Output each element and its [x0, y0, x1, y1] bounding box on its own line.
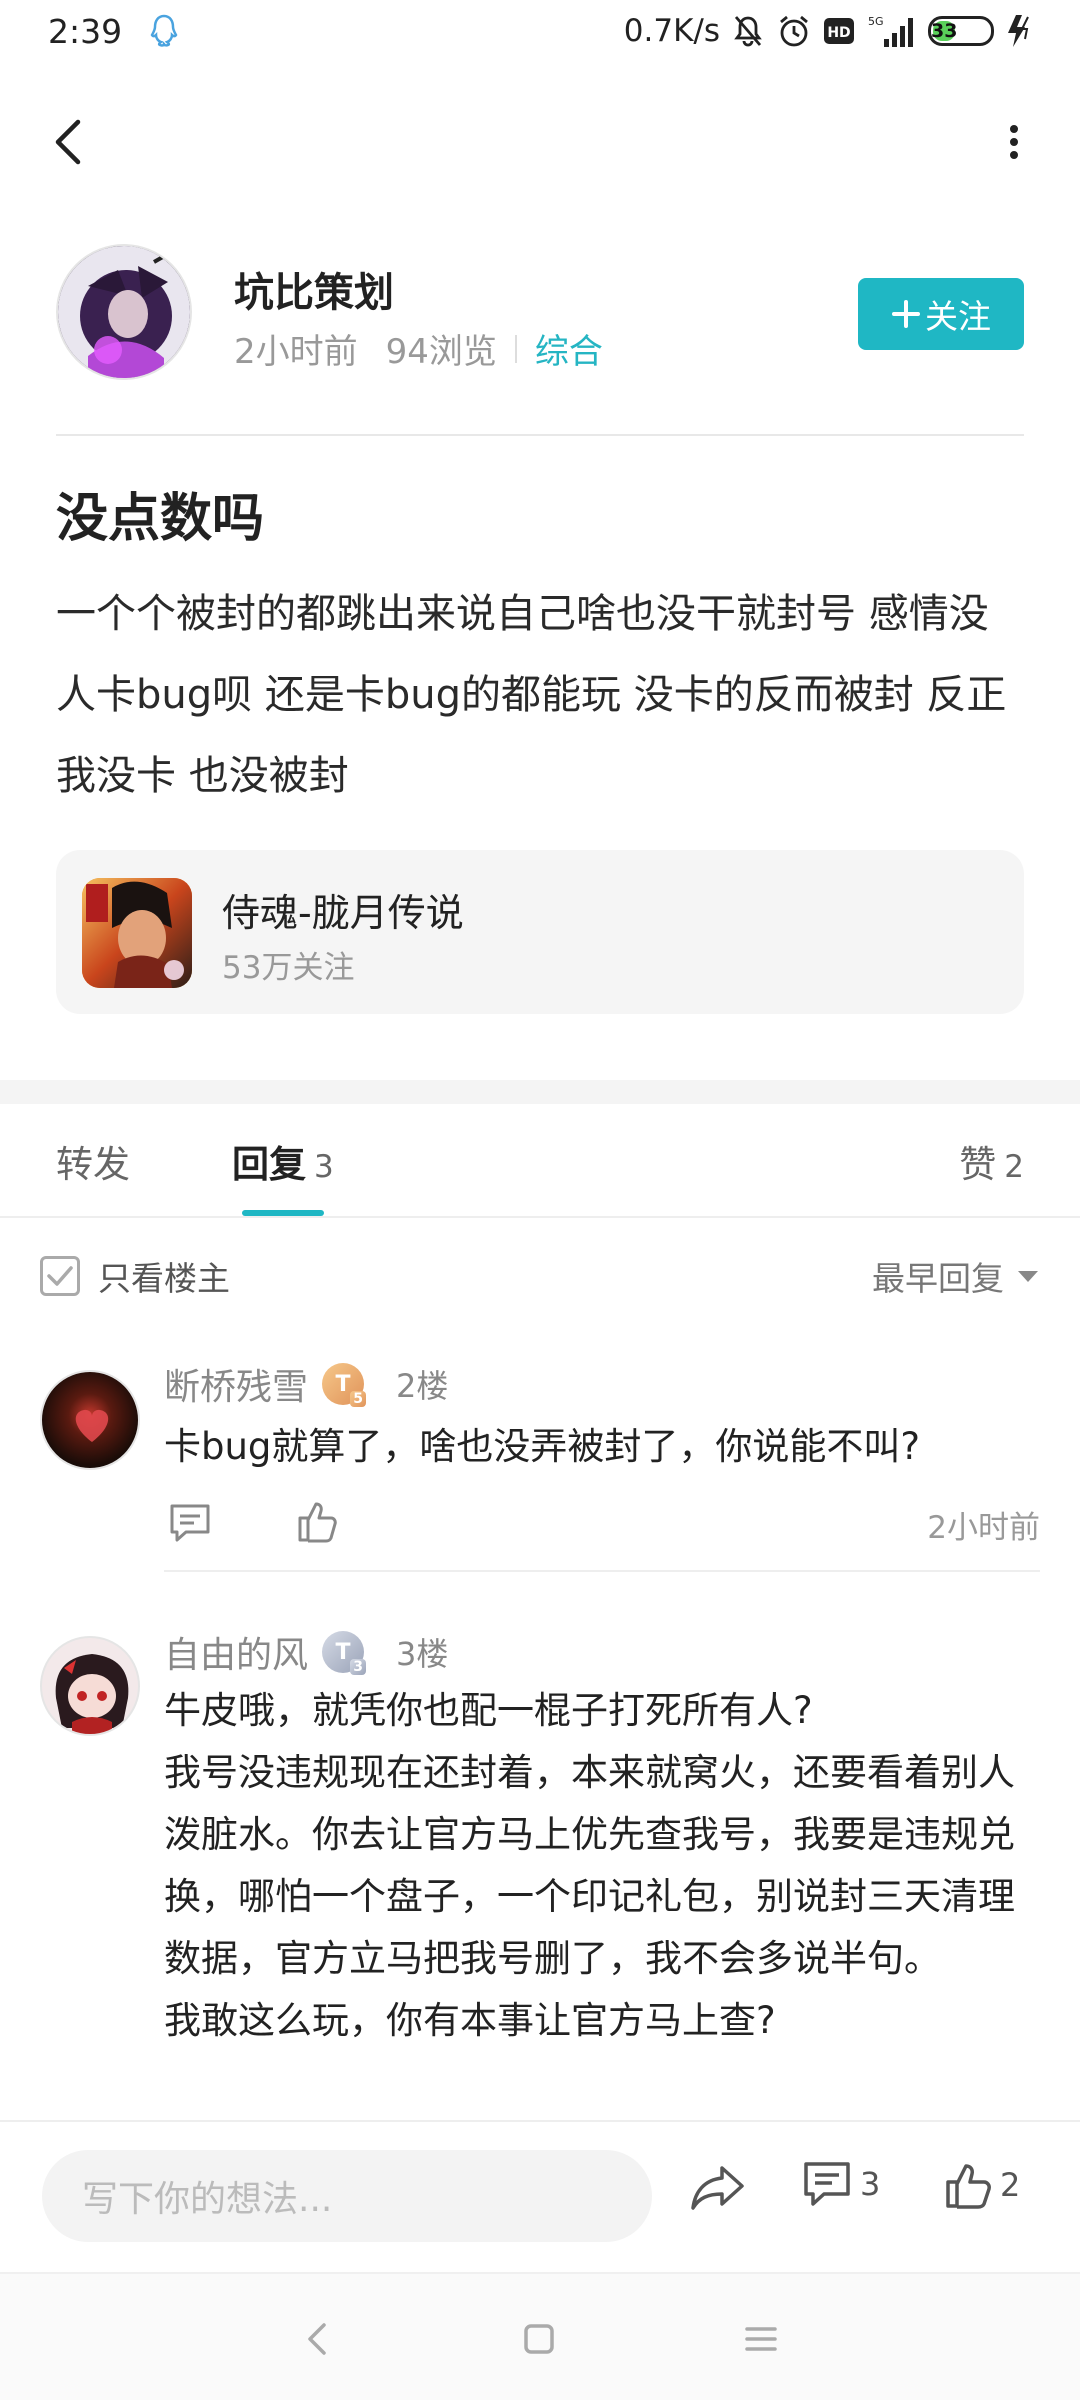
floor-number: 3楼	[396, 1635, 449, 1673]
like-button[interactable]: 2	[944, 2160, 1020, 2210]
header	[0, 100, 1080, 184]
view-count: 94浏览	[385, 332, 497, 372]
level-badge-icon: T 5	[322, 1363, 367, 1407]
filter-row: 只看楼主 最早回复	[0, 1218, 1080, 1330]
nav-menu-icon	[745, 2327, 777, 2351]
more-button[interactable]	[986, 114, 1042, 170]
tab-reply-count: 3	[314, 1149, 334, 1185]
alarm-icon	[776, 13, 812, 49]
thumbs-up-icon	[946, 2164, 991, 2209]
divider	[56, 434, 1024, 436]
share-button[interactable]	[690, 2162, 750, 2222]
only-op-toggle[interactable]: 只看楼主	[40, 1252, 230, 1300]
floor-number: 2楼	[396, 1367, 449, 1405]
comment-header: 自由的风 T 3 3楼	[164, 1626, 448, 1678]
hd-icon: HD	[822, 16, 856, 46]
comment-time: 2小时前	[927, 1510, 1040, 1546]
tab-reply[interactable]: 回复 3	[232, 1134, 334, 1188]
plus-icon	[892, 300, 920, 328]
system-nav-bar	[0, 2272, 1080, 2400]
network-speed: 0.7K/s	[623, 13, 720, 49]
sort-dropdown[interactable]: 最早回复	[872, 1252, 1038, 1300]
status-time: 2:39	[48, 11, 123, 51]
tab-forward[interactable]: 转发	[56, 1134, 130, 1188]
like-count: 2	[1000, 2166, 1021, 2204]
mute-icon	[730, 13, 766, 49]
comment-text: 牛皮哦，就凭你也配一棍子打死所有人? 我号没违规现在还封着，本来就窝火，还要看着…	[164, 1680, 1044, 2052]
reply-icon[interactable]	[168, 1502, 212, 1548]
nav-home-button[interactable]	[514, 2314, 564, 2364]
tab-like-count: 2	[1004, 1149, 1024, 1185]
game-icon	[82, 878, 192, 988]
follow-label: 关注	[925, 297, 991, 336]
status-left: 2:39	[48, 12, 180, 51]
back-button[interactable]	[40, 114, 96, 170]
signal-icon: 5G	[866, 13, 918, 49]
comment-divider	[164, 1570, 1040, 1572]
nav-menu-button[interactable]	[736, 2314, 786, 2364]
bottom-action-bar: 写下你的想法... 3 2	[0, 2120, 1080, 2270]
battery-icon: 33	[928, 16, 994, 46]
tab-like-label: 赞	[959, 1143, 997, 1186]
post-time: 2小时前	[234, 332, 358, 372]
comment-actions: 2小时前	[164, 1494, 1040, 1554]
game-name: 侍魂-胧月传说	[222, 891, 464, 935]
author-name[interactable]: 坑比策划	[234, 260, 394, 318]
meta-separator	[514, 334, 517, 363]
tab-like[interactable]: 赞2	[959, 1134, 1024, 1188]
status-right: 0.7K/s HD 5G 33	[624, 13, 1034, 49]
commenter-avatar[interactable]	[40, 1636, 140, 1736]
tab-reply-label: 回复	[232, 1143, 306, 1186]
battery-level: 33	[930, 20, 958, 42]
like-icon[interactable]	[296, 1498, 338, 1548]
only-op-label: 只看楼主	[98, 1259, 230, 1298]
svg-text:5G: 5G	[868, 15, 884, 28]
follow-button[interactable]: 关注	[858, 278, 1024, 350]
game-card[interactable]: 侍魂-胧月传说 53万关注	[56, 850, 1024, 1014]
comment-item: 自由的风 T 3 3楼 牛皮哦，就凭你也配一棍子打死所有人? 我号没违规现在还封…	[0, 1600, 1080, 2120]
section-gap	[0, 1080, 1080, 1104]
charging-icon	[1004, 13, 1034, 49]
comment-text: 卡bug就算了，啥也没弄被封了，你说能不叫?	[164, 1425, 921, 1468]
share-icon	[691, 2166, 744, 2210]
sort-label: 最早回复	[872, 1259, 1004, 1298]
comment-line: 我号没违规现在还封着，本来就窝火，还要看着别人泼脏水。你去让官方马上优先查我号，…	[164, 1751, 1015, 1980]
post-body: 一个个被封的都跳出来说自己啥也没干就封号 感情没人卡bug呗 还是卡bug的都能…	[56, 591, 1007, 799]
comment-count: 3	[860, 2165, 881, 2203]
checkbox-icon	[40, 1256, 80, 1296]
nav-back-icon	[308, 2323, 326, 2355]
tab-bar: 转发 回复 3 赞2	[0, 1104, 1080, 1218]
commenter-name[interactable]: 自由的风	[164, 1626, 308, 1678]
commenter-avatar[interactable]	[40, 1370, 140, 1470]
status-bar: 2:39 0.7K/s HD 5G 33	[0, 0, 1080, 62]
author-meta: 2小时前 94浏览 综合	[234, 324, 603, 373]
caret-down-icon	[1018, 1270, 1038, 1282]
tab-forward-label: 转发	[56, 1143, 130, 1186]
comment-item: 断桥残雪 T 5 2楼 卡bug就算了，啥也没弄被封了，你说能不叫? 2小时前	[0, 1330, 1080, 1580]
nav-back-button[interactable]	[292, 2314, 342, 2364]
nav-home-icon	[524, 2324, 554, 2354]
qq-notification-icon	[148, 13, 180, 49]
comment-line: 我敢这么玩，你有本事让官方马上查?	[164, 1999, 776, 2042]
comment-header: 断桥残雪 T 5 2楼	[164, 1358, 448, 1410]
commenter-name[interactable]: 断桥残雪	[164, 1358, 308, 1410]
more-vertical-icon	[1010, 125, 1018, 159]
comment-count-button[interactable]: 3	[802, 2160, 880, 2208]
comment-input[interactable]: 写下你的想法...	[42, 2150, 652, 2242]
level-badge-icon: T 3	[322, 1631, 367, 1675]
active-tab-indicator	[242, 1210, 324, 1216]
game-followers: 53万关注	[222, 950, 355, 986]
author-row: 坑比策划 2小时前 94浏览 综合 关注	[56, 244, 1024, 384]
author-avatar[interactable]	[56, 244, 192, 380]
category-link[interactable]: 综合	[535, 324, 603, 373]
comment-icon	[804, 2162, 850, 2206]
back-arrow-icon	[55, 119, 81, 165]
svg-text:HD: HD	[827, 25, 850, 41]
comment-line: 牛皮哦，就凭你也配一棍子打死所有人?	[164, 1689, 813, 1732]
post-title: 没点数吗	[56, 489, 265, 549]
